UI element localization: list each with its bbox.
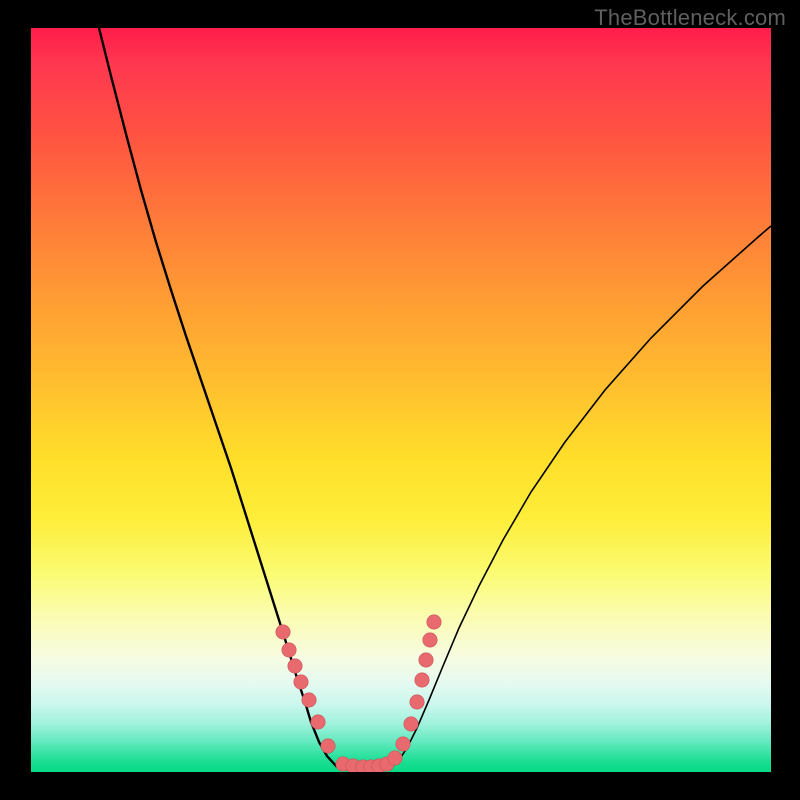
marker-dots	[276, 615, 441, 772]
marker-dot	[302, 693, 316, 707]
marker-dot	[396, 737, 410, 751]
curve-left	[99, 28, 337, 767]
marker-dot	[288, 659, 302, 673]
marker-dot	[311, 715, 325, 729]
marker-dot	[321, 739, 335, 753]
marker-dot	[419, 653, 433, 667]
curve-right	[391, 226, 771, 768]
marker-dot	[276, 625, 290, 639]
marker-dot	[388, 751, 402, 765]
outer-frame: TheBottleneck.com	[0, 0, 800, 800]
plot-area	[31, 28, 771, 772]
marker-dot	[427, 615, 441, 629]
chart-svg	[31, 28, 771, 772]
marker-dot	[282, 643, 296, 657]
marker-dot	[404, 717, 418, 731]
marker-dot	[410, 695, 424, 709]
marker-dot	[415, 673, 429, 687]
marker-dot	[294, 675, 308, 689]
marker-dot	[423, 633, 437, 647]
